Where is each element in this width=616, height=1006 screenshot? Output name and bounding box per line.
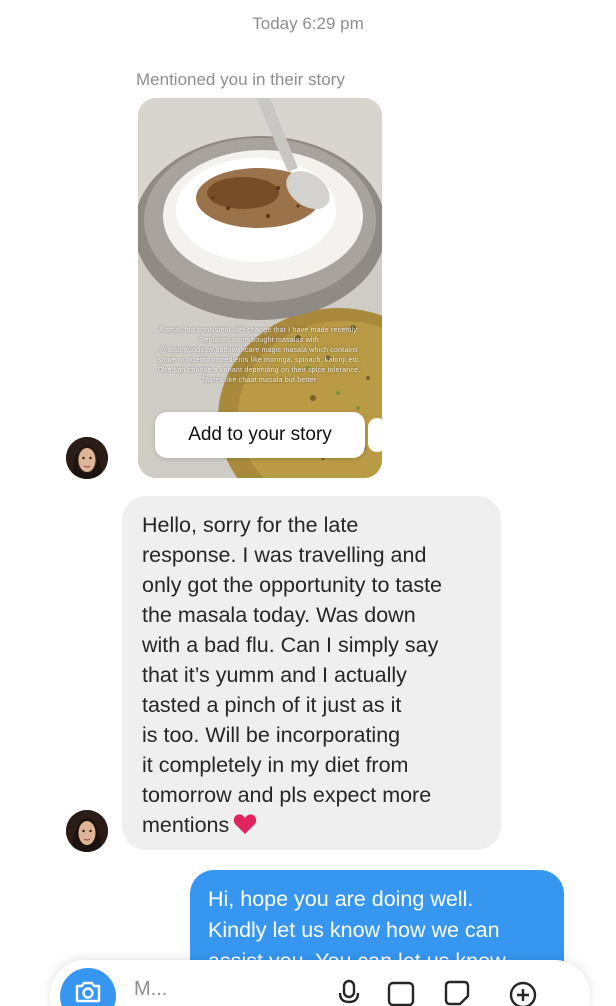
- message-line: only got the opportunity to taste: [142, 573, 443, 597]
- sender-avatar[interactable]: [66, 437, 108, 479]
- dm-thread-screen: Today 6:29 pm Mentioned you in their sto…: [0, 0, 616, 1006]
- message-line: it completely in my diet from: [142, 753, 409, 777]
- message-line: mentions: [142, 813, 230, 837]
- story-button-edge: [368, 418, 382, 452]
- incoming-message-bubble[interactable]: Hello, sorry for the late response. I wa…: [122, 496, 501, 850]
- sender-avatar[interactable]: [66, 810, 108, 852]
- story-overlay-text: A small but consistent diet change that …: [157, 327, 361, 384]
- message-line: response. I was travelling and: [142, 543, 427, 567]
- plus-icon[interactable]: [508, 978, 538, 1006]
- message-line: the masala today. Was down: [142, 603, 416, 627]
- camera-icon: [75, 981, 101, 1003]
- message-line: that it’s yumm and I actually: [142, 663, 407, 687]
- story-mention-card[interactable]: A small but consistent diet change that …: [138, 98, 382, 478]
- message-input-placeholder[interactable]: M...: [134, 978, 167, 1001]
- gallery-icon[interactable]: [386, 978, 416, 1006]
- message-line: is too. Will be incorporating: [142, 723, 401, 747]
- sticker-icon[interactable]: [442, 978, 472, 1006]
- microphone-icon[interactable]: [334, 978, 364, 1006]
- red-heart-icon: [233, 813, 257, 835]
- message-line: Hello, sorry for the late: [142, 513, 359, 537]
- thread-timestamp: Today 6:29 pm: [252, 14, 364, 33]
- message-line: Hi, hope you are doing well.: [208, 887, 474, 911]
- message-line: Kindly let us know how we can: [208, 918, 500, 942]
- message-line: with a bad flu. Can I simply say: [142, 633, 439, 657]
- message-line: tomorrow and pls expect more: [142, 783, 432, 807]
- add-to-story-button[interactable]: Add to your story: [155, 412, 365, 458]
- message-line: tasted a pinch of it just as it: [142, 693, 402, 717]
- story-mention-caption: Mentioned you in their story: [136, 70, 345, 89]
- message-last-line: mentions: [142, 810, 483, 840]
